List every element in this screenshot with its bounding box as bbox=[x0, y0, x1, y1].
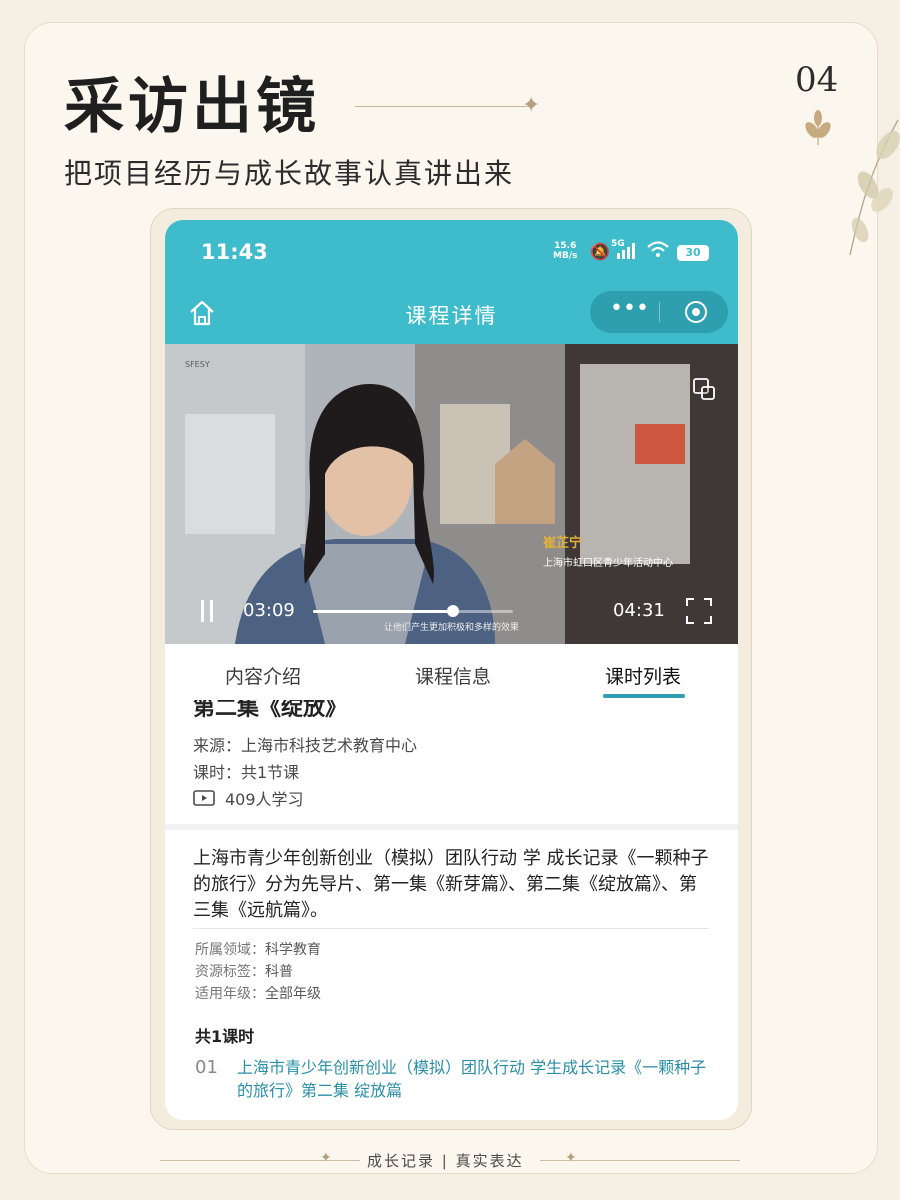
course-info: 第二集《绽放》 来源：上海市科技艺术教育中心 课时：共1节课 409人学习 bbox=[165, 700, 738, 826]
footer-text: 成长记录 | 真实表达 bbox=[367, 1152, 524, 1170]
learner-count: 409人学习 bbox=[225, 790, 304, 809]
phone-screen: 11:43 15.6 MB/s 🔕 5G 30 课程详情 ••• SFESY 崔… bbox=[165, 220, 738, 1120]
title-divider bbox=[355, 106, 535, 107]
meta-value: 科学教育 bbox=[265, 942, 321, 958]
more-dots-icon[interactable]: ••• bbox=[610, 296, 649, 321]
speaker-name: 崔芷宁 bbox=[543, 536, 583, 551]
lesson-link[interactable]: 上海市青少年创新创业（模拟）团队行动 学生成长记录《一颗种子的旅行》第二集 绽放… bbox=[237, 1056, 707, 1102]
status-bar: 11:43 15.6 MB/s 🔕 5G 30 bbox=[165, 220, 738, 286]
record-target-icon[interactable] bbox=[685, 301, 707, 323]
meta-field: 所属领域：科学教育 bbox=[195, 939, 321, 959]
signal-icon bbox=[617, 243, 635, 259]
tab-bar: 内容介绍 课程信息 课时列表 bbox=[165, 644, 738, 700]
mute-bell-icon: 🔕 bbox=[590, 242, 610, 261]
leaf-decoration-icon bbox=[805, 110, 900, 256]
section-divider bbox=[165, 824, 738, 830]
page-subtitle: 把项目经历与成长故事认真讲出来 bbox=[64, 157, 515, 190]
sparkle-icon: ✦ bbox=[320, 1150, 332, 1166]
progress-knob[interactable] bbox=[447, 605, 459, 617]
wifi-icon bbox=[647, 241, 669, 257]
progress-track[interactable] bbox=[313, 605, 513, 617]
tab-lesson-list[interactable]: 课时列表 bbox=[573, 662, 713, 689]
video-logo: SFESY bbox=[185, 360, 210, 369]
video-play-icon bbox=[193, 790, 215, 806]
course-description: 上海市青少年创新创业（模拟）团队行动 学 成长记录《一颗种子的旅行》分为先导片、… bbox=[193, 848, 709, 921]
meta-value: 全部年级 bbox=[265, 986, 321, 1002]
meta-tag: 资源标签：科普 bbox=[195, 961, 293, 981]
fullscreen-icon[interactable] bbox=[685, 597, 713, 625]
lesson-number: 01 bbox=[195, 1057, 218, 1078]
current-time: 03:09 bbox=[243, 600, 295, 621]
pause-icon[interactable] bbox=[199, 600, 215, 622]
nav-bar: 课程详情 ••• bbox=[165, 286, 738, 344]
description-divider bbox=[193, 928, 709, 929]
speed-value: 15.6 bbox=[554, 241, 577, 251]
sparkle-icon: ✦ bbox=[565, 1150, 577, 1166]
progress-fill bbox=[313, 610, 453, 613]
video-subtitle: 让他们产生更加积极和多样的效果 bbox=[383, 623, 519, 633]
meta-value: 科普 bbox=[265, 964, 293, 980]
meta-key: 资源标签： bbox=[195, 964, 265, 980]
mini-program-capsule: ••• bbox=[590, 291, 728, 333]
tab-content-intro[interactable]: 内容介绍 bbox=[193, 662, 333, 689]
meta-key: 适用年级： bbox=[195, 986, 265, 1002]
course-source: 来源：上海市科技艺术教育中心 bbox=[193, 736, 418, 755]
footer-divider-right bbox=[540, 1160, 740, 1161]
sparkle-icon: ✦ bbox=[522, 93, 541, 118]
meta-key: 所属领域： bbox=[195, 942, 265, 958]
speed-unit: MB/s bbox=[553, 251, 578, 261]
meta-grade: 适用年级：全部年级 bbox=[195, 983, 321, 1003]
episode-title: 第二集《绽放》 bbox=[193, 700, 348, 721]
battery-indicator: 30 bbox=[677, 245, 709, 261]
network-speed: 15.6 MB/s bbox=[553, 241, 577, 261]
course-lessons: 课时：共1节课 bbox=[193, 763, 300, 782]
speaker-org: 上海市虹口区青少年活动中心 bbox=[543, 558, 673, 569]
picture-in-picture-icon[interactable] bbox=[693, 378, 715, 400]
lesson-count: 共1课时 bbox=[195, 1027, 255, 1046]
page-title: 采访出镜 bbox=[64, 72, 320, 142]
tab-course-info[interactable]: 课程信息 bbox=[383, 662, 523, 689]
total-time: 04:31 bbox=[613, 600, 665, 621]
status-time: 11:43 bbox=[201, 240, 268, 264]
video-player[interactable]: SFESY 崔芷宁 上海市虹口区青少年活动中心 让他们产生更加积极和多样的效果 … bbox=[165, 344, 738, 644]
video-frame-image bbox=[165, 344, 738, 644]
active-tab-indicator bbox=[603, 694, 685, 698]
capsule-divider bbox=[659, 302, 660, 322]
